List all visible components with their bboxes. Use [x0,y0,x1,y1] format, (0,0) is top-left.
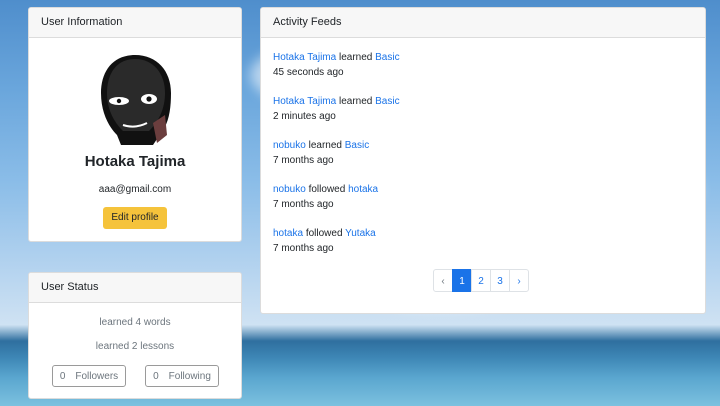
feed-actor-link[interactable]: nobuko [273,184,306,195]
feed-time: 7 months ago [273,243,334,254]
feed-time: 7 months ago [273,199,334,210]
feed-time: 45 seconds ago [273,67,344,78]
user-status-header: User Status [29,273,241,303]
pagination-prev-button[interactable]: ‹ [433,269,453,292]
feed-target-link[interactable]: Basic [345,140,369,151]
user-email: aaa@gmail.com [98,184,172,195]
feed-verb: followed [308,184,346,195]
activity-feeds-header: Activity Feeds [261,8,705,38]
feed-verb: learned [338,52,373,63]
followers-button[interactable]: 0 Followers [52,365,126,387]
pagination-page-2[interactable]: 2 [471,269,491,292]
following-label: Following [168,371,211,382]
feed-actor-link[interactable]: Hotaka Tajima [273,52,336,63]
feed-item: hotaka followed Yutaka 7 months ago [273,226,376,256]
activity-feeds-card: Activity Feeds Hotaka Tajima learned Bas… [260,7,706,314]
following-count: 0 [153,371,159,382]
feed-item: Hotaka Tajima learned Basic 45 seconds a… [273,50,400,80]
user-name: Hotaka Tajima [84,153,186,170]
feed-actor-link[interactable]: hotaka [273,228,303,239]
feed-actor-link[interactable]: nobuko [273,140,306,151]
feed-target-link[interactable]: Basic [375,52,399,63]
feed-time: 7 months ago [273,155,334,166]
feed-actor-link[interactable]: Hotaka Tajima [273,96,336,107]
edit-profile-button[interactable]: Edit profile [103,207,167,229]
followers-count: 0 [59,371,66,382]
pagination: ‹ 1 2 3 › [433,269,529,292]
feed-target-link[interactable]: Yutaka [345,228,376,239]
pagination-page-3[interactable]: 3 [490,269,510,292]
avatar-icon [101,55,171,145]
feed-item: nobuko followed hotaka 7 months ago [273,182,378,212]
feed-verb: learned [308,140,342,151]
feed-verb: learned [338,96,373,107]
learned-words-count: learned 4 words [99,317,171,328]
user-status-card: User Status learned 4 words learned 2 le… [28,272,242,399]
learned-lessons-count: learned 2 lessons [95,341,175,352]
feed-time: 2 minutes ago [273,111,336,122]
feed-item: nobuko learned Basic 7 months ago [273,138,369,168]
pagination-next-button[interactable]: › [509,269,529,292]
feed-target-link[interactable]: hotaka [348,184,378,195]
feed-target-link[interactable]: Basic [375,96,399,107]
user-information-header: User Information [29,8,241,38]
feed-item: Hotaka Tajima learned Basic 2 minutes ag… [273,94,400,124]
feed-verb: followed [305,228,343,239]
following-button[interactable]: 0 Following [145,365,219,387]
pagination-page-1[interactable]: 1 [452,269,472,292]
user-information-card: User Information Hotaka Tajima aaa@gmail… [28,7,242,242]
followers-label: Followers [75,371,119,382]
